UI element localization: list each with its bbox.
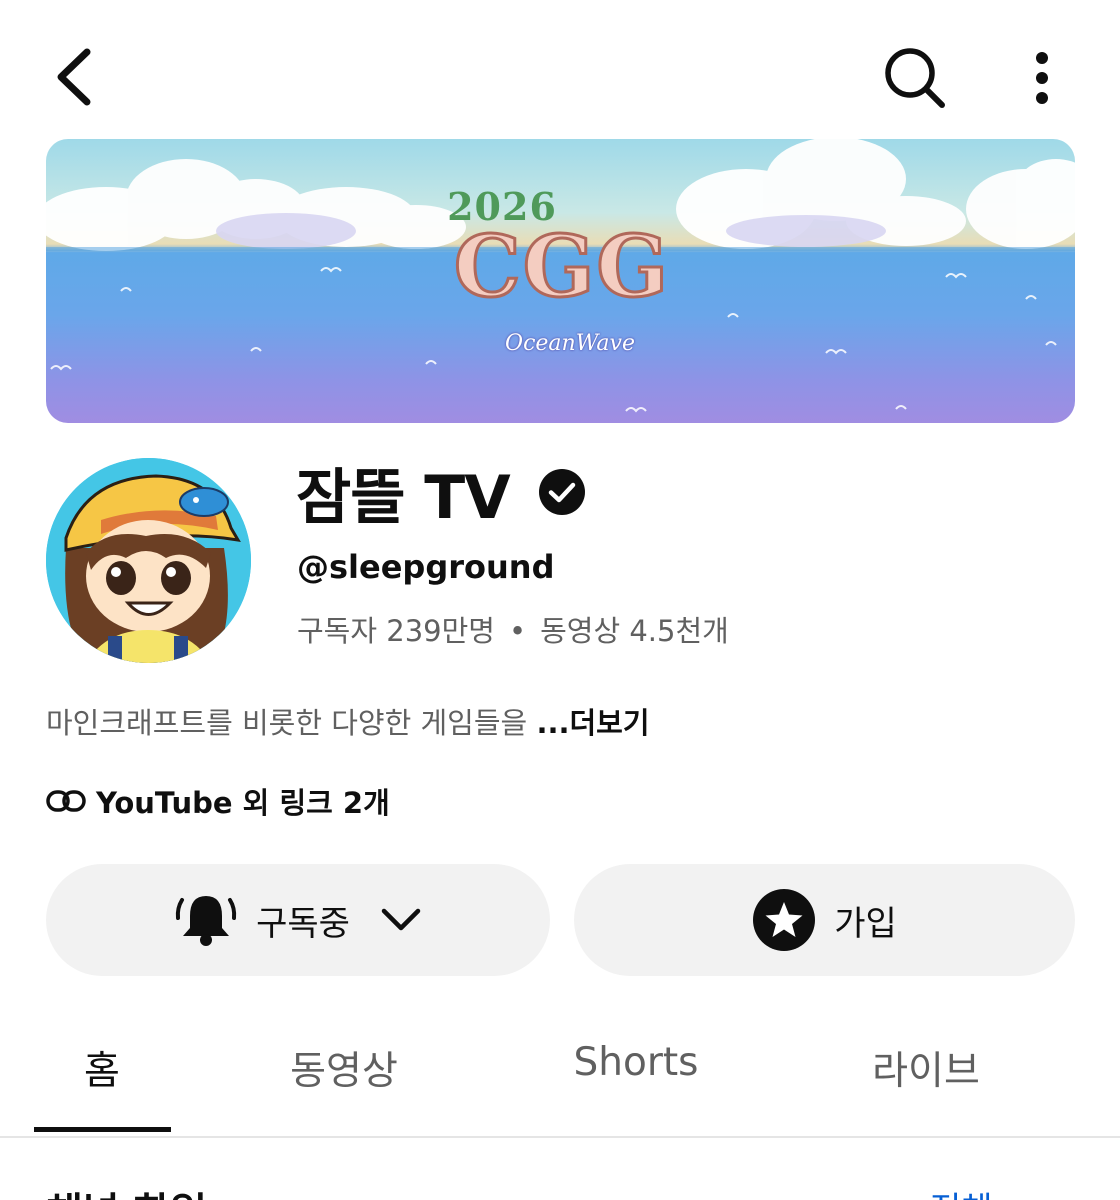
join-label: 가입 bbox=[834, 903, 897, 944]
channel-stats: 구독자 239만명 • 동영상 4.5천개 bbox=[297, 608, 729, 650]
more-options-button[interactable] bbox=[1014, 40, 1070, 116]
subscriber-count: 구독자 239만명 bbox=[297, 614, 495, 648]
stats-separator: • bbox=[508, 614, 527, 648]
channel-name: 잠뜰 TV bbox=[296, 462, 511, 533]
chevron-down-icon bbox=[381, 908, 421, 931]
channel-links[interactable]: YouTube 외 링크 2개 bbox=[46, 780, 390, 822]
bell-icon bbox=[175, 896, 237, 946]
video-count: 동영상 4.5천개 bbox=[540, 614, 729, 648]
join-button[interactable]: 가입 bbox=[574, 864, 1075, 976]
links-label: YouTube 외 링크 2개 bbox=[96, 786, 390, 820]
channel-tabs: 홈 동영상 Shorts 라이브 bbox=[0, 1010, 1120, 1138]
subscribe-label: 구독중 bbox=[256, 903, 350, 944]
search-icon bbox=[885, 48, 945, 108]
channel-description[interactable]: 마인크래프트를 비롯한 다양한 게임들을 ...더보기 bbox=[46, 700, 650, 742]
banner-subtitle: OceanWave bbox=[505, 331, 635, 356]
section-title: 채널 화일 bbox=[46, 1180, 207, 1200]
link-icon bbox=[46, 790, 86, 812]
verified-check-icon bbox=[538, 469, 585, 515]
avatar-illustration bbox=[46, 458, 251, 663]
section-see-all-link[interactable]: 전체 bbox=[930, 1182, 993, 1200]
tab-live[interactable]: 라이브 bbox=[872, 1040, 980, 1096]
chevron-left-icon bbox=[57, 48, 91, 106]
banner-logo: CGG bbox=[452, 217, 671, 316]
description-text: 마인크래프트를 비롯한 다양한 게임들을 bbox=[46, 706, 528, 740]
top-app-bar bbox=[0, 0, 1120, 140]
back-button[interactable] bbox=[38, 40, 108, 114]
tab-shorts[interactable]: Shorts bbox=[574, 1040, 699, 1085]
channel-page: 2026 CGG OceanWave 잠뜰 TV @sleepground 구독… bbox=[0, 0, 1120, 1200]
more-link[interactable]: ...더보기 bbox=[536, 706, 649, 740]
channel-handle: @sleepground bbox=[297, 548, 555, 586]
channel-title-row: 잠뜰 TV bbox=[296, 452, 586, 533]
more-vertical-icon bbox=[1036, 52, 1048, 104]
active-tab-indicator bbox=[34, 1127, 171, 1132]
subscribe-button[interactable]: 구독중 bbox=[46, 864, 550, 976]
tab-home[interactable]: 홈 bbox=[84, 1040, 120, 1096]
channel-avatar[interactable] bbox=[46, 458, 251, 663]
star-badge-icon bbox=[753, 889, 816, 951]
tab-videos[interactable]: 동영상 bbox=[290, 1040, 398, 1096]
search-button[interactable] bbox=[874, 38, 956, 118]
